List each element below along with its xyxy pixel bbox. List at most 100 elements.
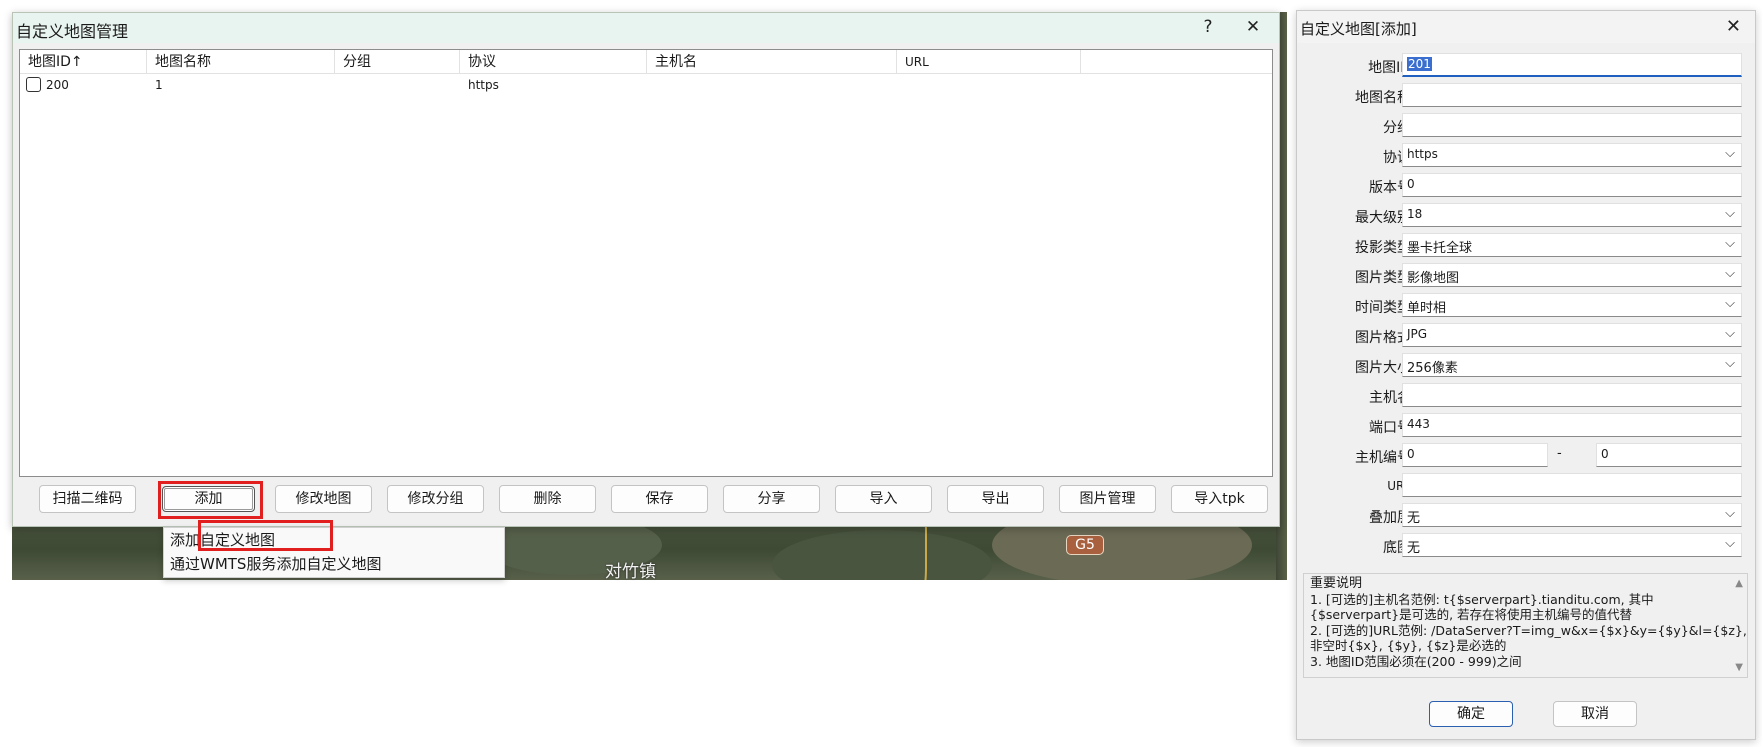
- field-image-type: 图片类型 影像地图 ⌵: [1297, 263, 1755, 289]
- notes-line: 3. 地图ID范围必须在(200 - 999)之间: [1310, 653, 1522, 669]
- field-url: URL: [1297, 473, 1755, 499]
- time-type-value: 单时相: [1407, 301, 1447, 316]
- time-type-select[interactable]: 单时相 ⌵: [1402, 293, 1742, 317]
- cell-id: 200: [46, 78, 69, 92]
- title-bar: 自定义地图[添加] ✕: [1297, 11, 1755, 43]
- image-format-value: JPG: [1407, 327, 1428, 341]
- edit-map-button[interactable]: 修改地图: [275, 485, 372, 513]
- chevron-down-icon: ⌵: [1725, 536, 1735, 551]
- menu-item-highlight: [198, 520, 333, 551]
- column-url[interactable]: URL: [897, 50, 1081, 74]
- map-list[interactable]: 地图ID↑ 地图名称 分组 协议 主机名 URL 200 1 https: [19, 49, 1273, 477]
- max-level-select[interactable]: 18 ⌵: [1402, 203, 1742, 227]
- field-image-size: 图片大小 256像素 ⌵: [1297, 353, 1755, 379]
- url-input[interactable]: [1402, 473, 1742, 497]
- import-tpk-button[interactable]: 导入tpk: [1171, 485, 1268, 513]
- notes-heading: 重要说明: [1310, 576, 1363, 591]
- host-input[interactable]: [1402, 383, 1742, 407]
- field-host-number: 主机编号 0 - 0: [1297, 443, 1755, 469]
- notes-line: 1. [可选的]主机名范例: t{$serverpart}.tianditu.c…: [1310, 591, 1654, 607]
- add-button-highlight: [158, 481, 263, 519]
- projection-select[interactable]: 墨卡托全球 ⌵: [1402, 233, 1742, 257]
- protocol-select[interactable]: https ⌵: [1402, 143, 1742, 167]
- overlay-select[interactable]: 无 ⌵: [1402, 503, 1742, 527]
- chevron-down-icon: ⌵: [1725, 206, 1735, 221]
- notes-line: 非空时{$x}, {$y}, {$z}是必选的: [1310, 638, 1507, 653]
- column-map-id[interactable]: 地图ID↑: [20, 50, 147, 74]
- group-input[interactable]: [1402, 113, 1742, 137]
- notes-box[interactable]: 重要说明 1. [可选的]主机名范例: t{$serverpart}.tiand…: [1303, 573, 1748, 678]
- chevron-down-icon: ⌵: [1725, 266, 1735, 281]
- column-group[interactable]: 分组: [335, 50, 460, 74]
- image-type-value: 影像地图: [1407, 271, 1460, 286]
- scan-qr-button[interactable]: 扫描二维码: [39, 485, 136, 513]
- export-button[interactable]: 导出: [947, 485, 1044, 513]
- field-overlay: 叠加层 无 ⌵: [1297, 503, 1755, 529]
- host-number-to-input[interactable]: 0: [1596, 443, 1742, 467]
- base-map-select[interactable]: 无 ⌵: [1402, 533, 1742, 557]
- field-host: 主机名: [1297, 383, 1755, 409]
- image-size-value: 256像素: [1407, 361, 1458, 376]
- projection-value: 墨卡托全球: [1407, 241, 1473, 256]
- chevron-down-icon: ⌵: [1725, 326, 1735, 341]
- max-level-value: 18: [1407, 207, 1423, 221]
- close-icon[interactable]: ✕: [1238, 17, 1268, 37]
- column-host[interactable]: 主机名: [647, 50, 897, 74]
- delete-button[interactable]: 删除: [499, 485, 596, 513]
- field-image-format: 图片格式 JPG ⌵: [1297, 323, 1755, 349]
- ok-button[interactable]: 确定: [1429, 701, 1513, 727]
- map-place-label: 对竹镇: [605, 562, 656, 582]
- image-type-select[interactable]: 影像地图 ⌵: [1402, 263, 1742, 287]
- column-protocol[interactable]: 协议: [460, 50, 647, 74]
- cell-protocol: https: [468, 78, 499, 92]
- highway-shield: G5: [1066, 535, 1104, 555]
- table-row[interactable]: 200 1 https: [20, 75, 1272, 97]
- image-size-select[interactable]: 256像素 ⌵: [1402, 353, 1742, 377]
- map-manager-dialog: 自定义地图管理 ? ✕ 地图ID↑ 地图名称 分组 协议 主机名 URL 200…: [12, 12, 1280, 527]
- title-bar: 自定义地图管理 ? ✕: [13, 13, 1279, 43]
- field-protocol: 协议 https ⌵: [1297, 143, 1755, 169]
- base-map-value: 无: [1407, 541, 1421, 556]
- close-icon[interactable]: ✕: [1726, 16, 1741, 37]
- scroll-down-icon[interactable]: ▼: [1735, 660, 1743, 676]
- import-button[interactable]: 导入: [835, 485, 932, 513]
- notes-line: {$serverpart}是可选的, 若存在将使用主机编号的值代替: [1310, 607, 1633, 622]
- port-input[interactable]: 443: [1402, 413, 1742, 437]
- host-number-separator: -: [1557, 446, 1562, 461]
- field-port: 端口号 443: [1297, 413, 1755, 439]
- field-max-level: 最大级别 18 ⌵: [1297, 203, 1755, 229]
- field-group: 分组: [1297, 113, 1755, 139]
- menu-item-add-wmts-map[interactable]: 通过WMTS服务添加自定义地图: [126, 552, 466, 576]
- image-format-select[interactable]: JPG ⌵: [1402, 323, 1742, 347]
- overlay-value: 无: [1407, 511, 1421, 526]
- dialog-title: 自定义地图管理: [16, 22, 129, 41]
- notes-line: 2. [可选的]URL范例: /DataServer?T=img_w&x={$x…: [1310, 622, 1747, 638]
- map-id-input[interactable]: 201: [1402, 53, 1742, 77]
- column-map-name[interactable]: 地图名称: [147, 50, 335, 74]
- field-version: 版本号 0: [1297, 173, 1755, 199]
- protocol-value: https: [1407, 147, 1438, 161]
- save-button[interactable]: 保存: [611, 485, 708, 513]
- chevron-down-icon: ⌵: [1725, 296, 1735, 311]
- version-input[interactable]: 0: [1402, 173, 1742, 197]
- chevron-down-icon: ⌵: [1725, 146, 1735, 161]
- row-checkbox[interactable]: [26, 77, 41, 92]
- map-id-value: 201: [1407, 57, 1432, 71]
- field-projection: 投影类型 墨卡托全球 ⌵: [1297, 233, 1755, 259]
- share-button[interactable]: 分享: [723, 485, 820, 513]
- map-name-input[interactable]: [1402, 83, 1742, 107]
- field-map-id: 地图ID 201: [1297, 53, 1755, 79]
- dialog-title: 自定义地图[添加]: [1300, 20, 1417, 38]
- help-button[interactable]: ?: [1193, 17, 1223, 37]
- scroll-up-icon[interactable]: ▲: [1735, 576, 1743, 592]
- cancel-button[interactable]: 取消: [1553, 701, 1637, 727]
- cell-name: 1: [155, 78, 163, 92]
- chevron-down-icon: ⌵: [1725, 236, 1735, 251]
- image-manage-button[interactable]: 图片管理: [1059, 485, 1156, 513]
- field-base-map: 底图 无 ⌵: [1297, 533, 1755, 559]
- chevron-down-icon: ⌵: [1725, 356, 1735, 371]
- host-number-from-input[interactable]: 0: [1402, 443, 1548, 467]
- add-map-dialog: 自定义地图[添加] ✕ 地图ID 201 地图名称 分组 协议 https ⌵ 版…: [1296, 10, 1756, 740]
- field-map-name: 地图名称: [1297, 83, 1755, 109]
- edit-group-button[interactable]: 修改分组: [387, 485, 484, 513]
